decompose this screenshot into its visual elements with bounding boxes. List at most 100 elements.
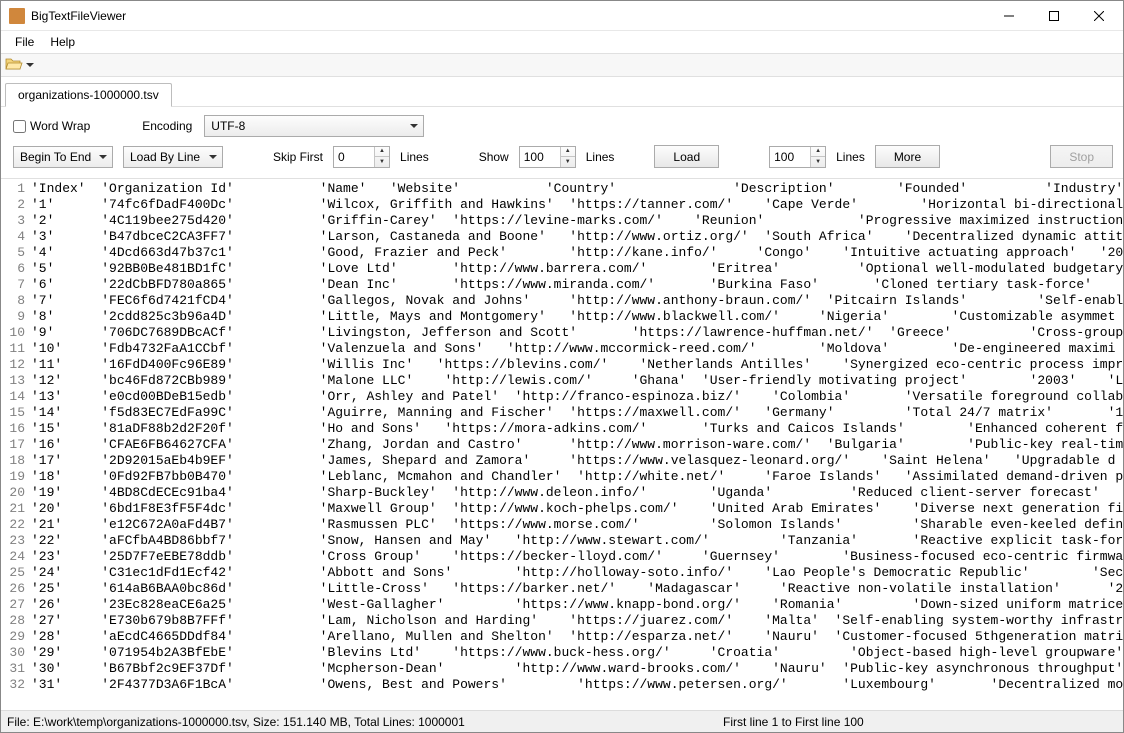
status-left: File: E:\work\temp\organizations-1000000…: [1, 715, 723, 729]
line-text: '28' 'aEcdC4665DDdf84' 'Arellano, Mullen…: [31, 629, 1123, 645]
text-line: 6'5' '92BB0Be481BD1fC' 'Love Ltd' 'http:…: [1, 261, 1123, 277]
word-wrap-input[interactable]: [13, 120, 26, 133]
line-text: '27' 'E730b679b8B7FFf' 'Lam, Nicholson a…: [31, 613, 1123, 629]
spin-up-icon[interactable]: ▲: [811, 147, 825, 157]
line-text: '13' 'e0cd00BDeB15edb' 'Orr, Ashley and …: [31, 389, 1123, 405]
line-number: 24: [1, 549, 31, 565]
line-number: 16: [1, 421, 31, 437]
skip-first-label: Skip First: [273, 150, 323, 164]
window-title: BigTextFileViewer: [31, 9, 986, 23]
tab-file[interactable]: organizations-1000000.tsv: [5, 83, 172, 107]
more-input[interactable]: [770, 147, 810, 167]
line-number: 13: [1, 373, 31, 389]
text-line: 18'17' '2D92015aEb4b9EF' 'James, Shepard…: [1, 453, 1123, 469]
line-text: '22' 'aFCfbA4BD86bbf7' 'Snow, Hansen and…: [31, 533, 1123, 549]
skip-first-stepper[interactable]: ▲▼: [333, 146, 390, 168]
line-number: 19: [1, 469, 31, 485]
text-line: 17'16' 'CFAE6FB64627CFA' 'Zhang, Jordan …: [1, 437, 1123, 453]
text-line: 2'1' '74fc6fDadF400Dc' 'Wilcox, Griffith…: [1, 197, 1123, 213]
line-number: 3: [1, 213, 31, 229]
spin-down-icon[interactable]: ▼: [375, 157, 389, 167]
minimize-button[interactable]: [986, 1, 1031, 30]
text-line: 15'14' 'f5d83EC7EdFa99C' 'Aguirre, Manni…: [1, 405, 1123, 421]
line-text: '15' '81aDF88b2d2F20f' 'Ho and Sons' 'ht…: [31, 421, 1123, 437]
line-number: 31: [1, 661, 31, 677]
skip-first-input[interactable]: [334, 147, 374, 167]
line-number: 12: [1, 357, 31, 373]
more-button[interactable]: More: [875, 145, 940, 168]
spin-down-icon[interactable]: ▼: [811, 157, 825, 167]
spin-up-icon[interactable]: ▲: [561, 147, 575, 157]
line-number: 22: [1, 517, 31, 533]
line-number: 14: [1, 389, 31, 405]
text-line: 28'27' 'E730b679b8B7FFf' 'Lam, Nicholson…: [1, 613, 1123, 629]
line-number: 23: [1, 533, 31, 549]
text-line: 29'28' 'aEcdC4665DDdf84' 'Arellano, Mull…: [1, 629, 1123, 645]
line-text: '20' '6bd1F8E3fF5F4dc' 'Maxwell Group' '…: [31, 501, 1123, 517]
open-file-icon[interactable]: [5, 57, 23, 73]
text-line: 1'Index' 'Organization Id' 'Name' 'Websi…: [1, 181, 1123, 197]
line-number: 9: [1, 309, 31, 325]
line-text: '26' '23Ec828eaCE6a25' 'West-Gallagher' …: [31, 597, 1123, 613]
line-text: '9' '706DC7689DBcACf' 'Livingston, Jeffe…: [31, 325, 1123, 341]
line-text: '11' '16FdD400Fc96E89' 'Willis Inc' 'htt…: [31, 357, 1123, 373]
show-stepper[interactable]: ▲▼: [519, 146, 576, 168]
line-number: 18: [1, 453, 31, 469]
text-line: 13'12' 'bc46Fd872CBb989' 'Malone LLC' 'h…: [1, 373, 1123, 389]
chevron-down-icon: [99, 155, 107, 159]
text-line: 24'23' '25D7F7eEBE78ddb' 'Cross Group' '…: [1, 549, 1123, 565]
line-text: '6' '22dCbBFD780a865' 'Dean Inc' 'https:…: [31, 277, 1123, 293]
close-button[interactable]: [1076, 1, 1121, 30]
text-line: 7'6' '22dCbBFD780a865' 'Dean Inc' 'https…: [1, 277, 1123, 293]
line-number: 29: [1, 629, 31, 645]
open-file-dropdown-icon[interactable]: [26, 63, 34, 67]
spin-up-icon[interactable]: ▲: [375, 147, 389, 157]
encoding-select[interactable]: UTF-8: [204, 115, 424, 137]
line-text: '21' 'e12C672A0aFd4B7' 'Rasmussen PLC' '…: [31, 517, 1123, 533]
menu-help[interactable]: Help: [42, 33, 83, 51]
menu-file[interactable]: File: [7, 33, 42, 51]
load-button[interactable]: Load: [654, 145, 719, 168]
direction-select[interactable]: Begin To End: [13, 146, 113, 168]
text-viewer: 1'Index' 'Organization Id' 'Name' 'Websi…: [1, 178, 1123, 710]
text-scroll[interactable]: 1'Index' 'Organization Id' 'Name' 'Websi…: [1, 179, 1123, 710]
load-mode-select[interactable]: Load By Line: [123, 146, 223, 168]
line-number: 1: [1, 181, 31, 197]
line-number: 2: [1, 197, 31, 213]
stop-button[interactable]: Stop: [1050, 145, 1113, 168]
chevron-down-icon: [209, 155, 217, 159]
text-line: 31'30' 'B67Bbf2c9EF37Df' 'Mcpherson-Dean…: [1, 661, 1123, 677]
maximize-button[interactable]: [1031, 1, 1076, 30]
skip-lines-label: Lines: [400, 150, 429, 164]
line-text: '7' 'FEC6f6d7421fCD4' 'Gallegos, Novak a…: [31, 293, 1123, 309]
text-line: 22'21' 'e12C672A0aFd4B7' 'Rasmussen PLC'…: [1, 517, 1123, 533]
line-text: '1' '74fc6fDadF400Dc' 'Wilcox, Griffith …: [31, 197, 1123, 213]
show-input[interactable]: [520, 147, 560, 167]
text-line: 11'10' 'Fdb4732FaA1CCbf' 'Valenzuela and…: [1, 341, 1123, 357]
line-text: '29' '071954b2A3BfEbE' 'Blevins Ltd' 'ht…: [31, 645, 1123, 661]
line-number: 30: [1, 645, 31, 661]
line-number: 8: [1, 293, 31, 309]
line-number: 5: [1, 245, 31, 261]
text-line: 23'22' 'aFCfbA4BD86bbf7' 'Snow, Hansen a…: [1, 533, 1123, 549]
tab-strip: organizations-1000000.tsv: [1, 77, 1123, 107]
more-stepper[interactable]: ▲▼: [769, 146, 826, 168]
spin-down-icon[interactable]: ▼: [561, 157, 575, 167]
status-right: First line 1 to First line 100: [723, 715, 1123, 729]
line-text: '24' 'C31ec1dFd1Ecf42' 'Abbott and Sons'…: [31, 565, 1123, 581]
text-line: 19'18' '0Fd92FB7bb0B470' 'Leblanc, Mcmah…: [1, 469, 1123, 485]
menu-bar: File Help: [1, 31, 1123, 53]
line-number: 28: [1, 613, 31, 629]
text-line: 27'26' '23Ec828eaCE6a25' 'West-Gallagher…: [1, 597, 1123, 613]
line-text: '2' '4C119bee275d420' 'Griffin-Carey' 'h…: [31, 213, 1123, 229]
text-line: 9'8' '2cdd825c3b96a4D' 'Little, Mays and…: [1, 309, 1123, 325]
chevron-down-icon: [410, 124, 418, 128]
status-bar: File: E:\work\temp\organizations-1000000…: [1, 710, 1123, 732]
word-wrap-checkbox[interactable]: Word Wrap: [13, 119, 90, 133]
load-mode-value: Load By Line: [130, 150, 200, 164]
line-text: '23' '25D7F7eEBE78ddb' 'Cross Group' 'ht…: [31, 549, 1123, 565]
line-text: '8' '2cdd825c3b96a4D' 'Little, Mays and …: [31, 309, 1115, 325]
line-text: '30' 'B67Bbf2c9EF37Df' 'Mcpherson-Dean' …: [31, 661, 1123, 677]
line-text: '10' 'Fdb4732FaA1CCbf' 'Valenzuela and S…: [31, 341, 1115, 357]
line-number: 11: [1, 341, 31, 357]
